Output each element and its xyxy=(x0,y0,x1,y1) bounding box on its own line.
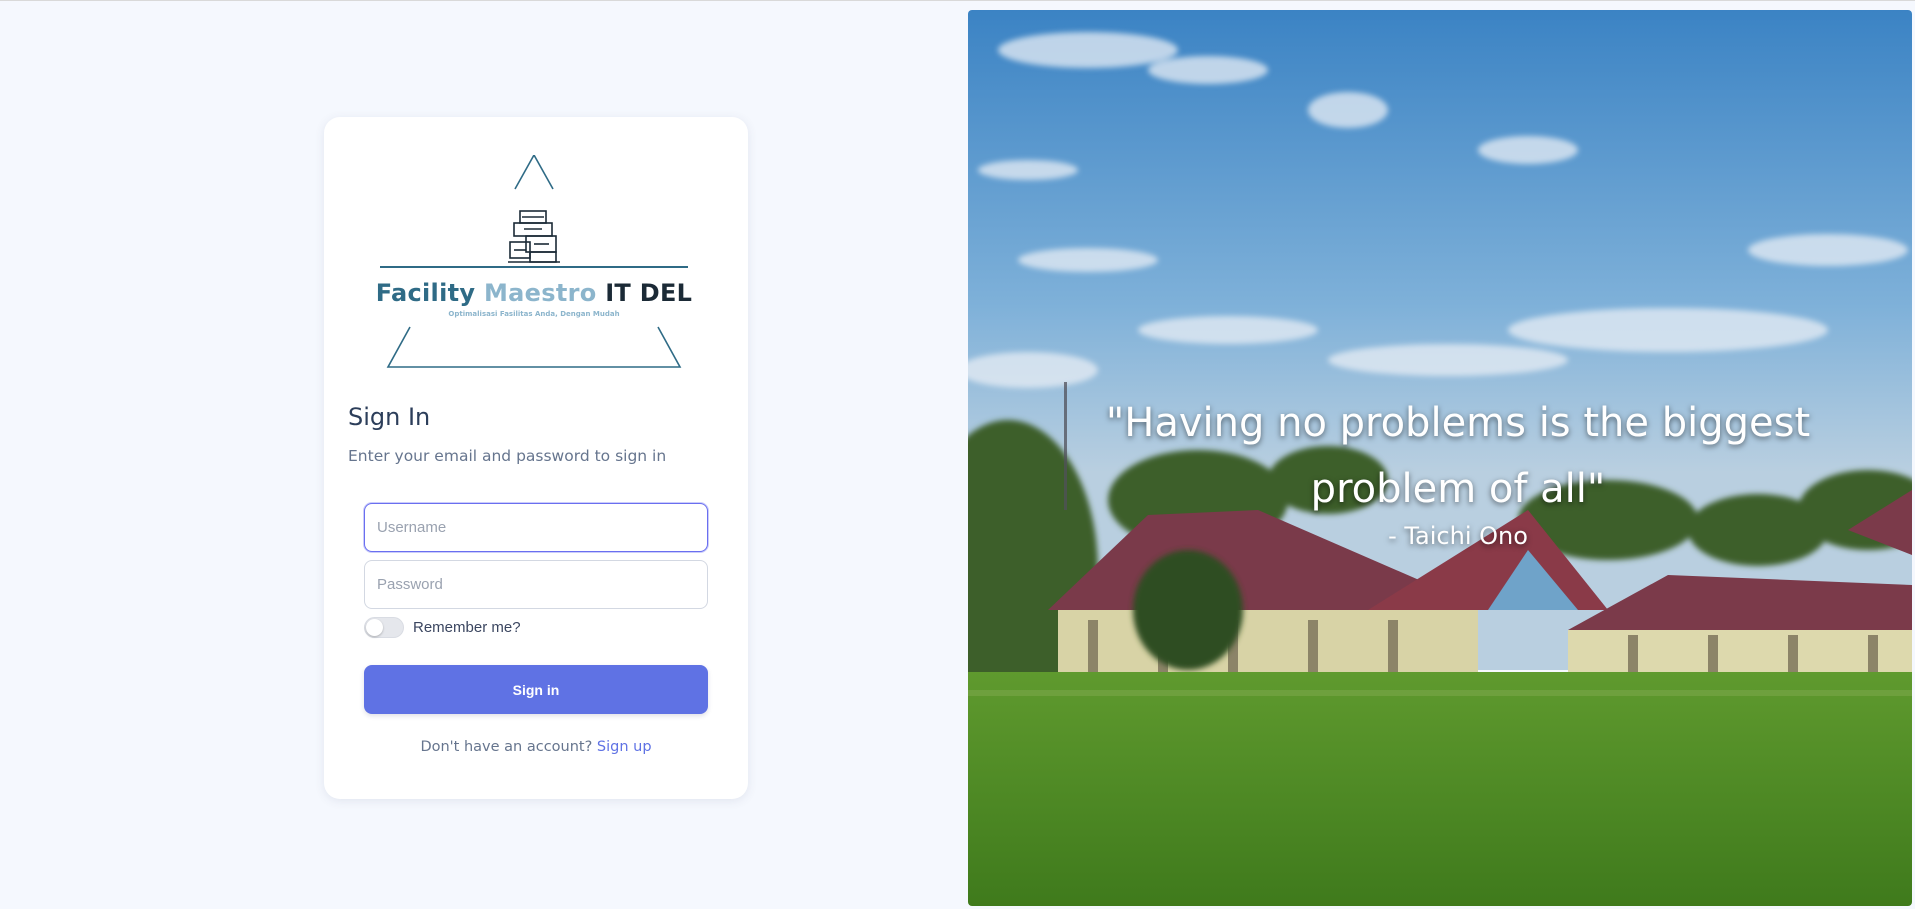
front-tree xyxy=(1133,550,1243,670)
logo-title-maestro: Maestro xyxy=(483,279,597,307)
logo-tagline: Optimalisasi Fasilitas Anda, Dengan Muda… xyxy=(448,310,620,318)
signup-prompt-text: Don't have an account? xyxy=(420,739,593,755)
path xyxy=(968,690,1912,696)
signin-subtitle: Enter your email and password to sign in xyxy=(348,447,667,465)
remember-me-label[interactable]: Remember me? xyxy=(413,619,521,636)
logo-top-triangle xyxy=(514,155,554,190)
logo-bottom-triangle xyxy=(386,326,682,368)
hero-image: "Having no problems is the biggest probl… xyxy=(968,10,1912,906)
hero-quote: "Having no problems is the biggest probl… xyxy=(1105,400,1811,512)
hero-quote-author: - Taichi Ono xyxy=(1388,522,1528,550)
login-page: Facility Maestro IT DEL Optimalisasi Fas… xyxy=(0,0,1915,909)
stacked-boxes-icon xyxy=(508,210,560,263)
signin-title: Sign In xyxy=(348,403,431,431)
signin-card: Facility Maestro IT DEL Optimalisasi Fas… xyxy=(324,117,748,799)
signup-prompt: Don't have an account? Sign up xyxy=(324,739,748,755)
lawn xyxy=(968,672,1912,906)
remember-me-toggle[interactable] xyxy=(364,616,404,638)
logo-title: Facility Maestro IT DEL xyxy=(374,279,694,307)
remember-me-row: Remember me? xyxy=(364,616,521,638)
sign-up-link[interactable]: Sign up xyxy=(597,739,652,755)
password-input[interactable] xyxy=(364,560,708,609)
facility-maestro-logo: Facility Maestro IT DEL Optimalisasi Fas… xyxy=(374,155,694,371)
logo-title-itdel: IT DEL xyxy=(605,279,693,307)
quote-bar xyxy=(1064,382,1067,510)
logo-frame xyxy=(380,155,688,368)
toggle-knob xyxy=(366,618,383,636)
username-input[interactable] xyxy=(364,503,708,552)
sign-in-button[interactable]: Sign in xyxy=(364,665,708,714)
logo-title-facility: Facility xyxy=(375,279,476,307)
